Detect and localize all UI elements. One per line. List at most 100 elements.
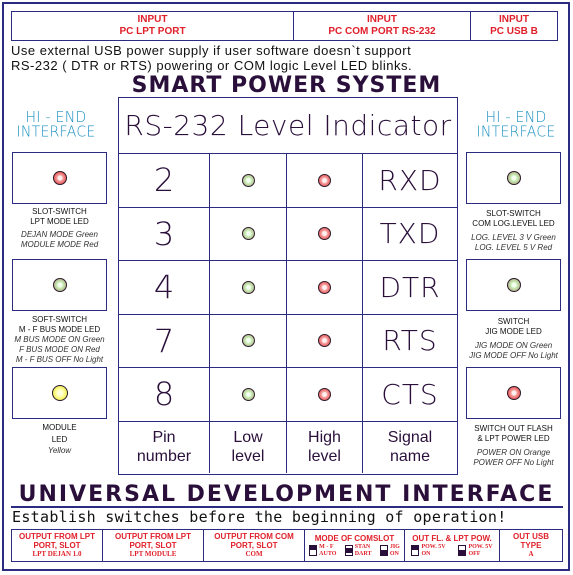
module-led-caption: MODULE LED Yellow	[2, 423, 117, 456]
pin-number: 8	[119, 368, 210, 421]
logo-left-line1: HI - END	[25, 109, 87, 127]
switch-label: POW. 5V	[468, 543, 493, 550]
caption-desc: LOG. LEVEL 5 V Red	[474, 243, 553, 252]
hi-end-logo-right: HI - END INTERFACE	[466, 110, 566, 139]
low-level-led	[241, 387, 255, 401]
signal-name: DTR	[379, 270, 441, 304]
input-usb-port: INPUT PC USB B	[471, 12, 557, 40]
com-log-level-led-box	[466, 152, 561, 204]
switch-jig-on: JIG ON	[379, 543, 400, 558]
caption-desc: JIG MODE OFF No Light	[469, 351, 558, 360]
lpt-mode-led	[52, 171, 67, 185]
caption-desc: LOG. LEVEL 3 V Green	[471, 233, 556, 242]
input-lpt-port: INPUT PC LPT PORT	[12, 12, 294, 40]
high-level-led	[318, 227, 331, 241]
out-flash-power-led	[506, 386, 521, 400]
caption-title: SLOT-SWITCH	[32, 207, 87, 216]
footer-label: number	[136, 448, 192, 465]
output-slot-name: LPT MODULE	[129, 550, 177, 558]
high-level-led	[318, 280, 331, 294]
high-level-cell	[287, 368, 363, 421]
out-flash-lpt-power: OUT FL. & LPT POW. POW. 5V ON POW. 5V OFF	[405, 530, 500, 561]
low-level-cell	[210, 314, 287, 367]
note-line-2: RS-232 ( DTR or RTS) powering or COM log…	[11, 58, 413, 73]
output-label: PORT, SLOT	[33, 541, 81, 550]
high-level-cell	[287, 261, 363, 314]
logo-right-line1: HI - END	[485, 109, 547, 127]
caption-desc: F BUS MODE ON Red	[19, 345, 100, 354]
footer-label: Pin	[152, 429, 176, 446]
caption-subtitle: LPT MODE LED	[30, 217, 89, 226]
usb-power-note: Use external USB power supply if user so…	[11, 43, 563, 73]
input-usb-name: PC USB B	[490, 26, 538, 37]
table-row: 7 RTS	[119, 314, 457, 368]
low-level-cell	[210, 154, 287, 207]
switch-middle-icon	[344, 545, 353, 556]
input-com-name: PC COM PORT RS-232	[328, 26, 436, 37]
switch-label: STAN	[354, 543, 371, 550]
switch-bottom-icon	[458, 545, 467, 556]
footer-label: name	[389, 448, 430, 465]
footer-label: High	[308, 429, 341, 446]
pin-number: 3	[119, 207, 210, 260]
input-lpt-name: PC LPT PORT	[119, 26, 186, 37]
signal-name: CTS	[381, 377, 439, 411]
power-switches: POW. 5V ON POW. 5V OFF	[405, 544, 499, 558]
footer-high-level: High level	[287, 421, 363, 473]
footer-label: level	[308, 448, 341, 465]
high-level-cell	[287, 314, 363, 367]
module-led	[51, 385, 68, 401]
switch-top-icon	[309, 545, 318, 556]
switch-label: AUTO	[319, 550, 337, 557]
table-row: 4 DTR	[119, 261, 457, 315]
footer-signal-name: Signal name	[363, 422, 457, 473]
table-row: 2 RXD	[119, 154, 457, 208]
warning-text: Establish switches before the beginning …	[12, 508, 507, 526]
caption-subtitle: COM LOG.LEVEL LED	[472, 219, 555, 228]
note-line-1: Use external USB power supply if user so…	[11, 43, 412, 58]
caption-desc: MODULE MODE Red	[20, 240, 99, 249]
out-usb-type-a: OUT USB TYPE A	[500, 530, 562, 561]
footer-pin-number: Pin number	[119, 421, 210, 473]
switch-label: OFF	[468, 550, 481, 557]
output-slot-name: COM	[245, 550, 263, 558]
output-bar: OUTPUT FROM LPT PORT, SLOT LPT DEJAN 1.0…	[11, 529, 563, 562]
caption-title: SWITCH	[497, 317, 530, 326]
caption-desc: JIG MODE ON Green	[474, 341, 553, 350]
lpt-mode-led-caption: SLOT-SWITCH LPT MODE LED DEJAN MODE Gree…	[2, 207, 117, 250]
output-label: OUT USB	[513, 532, 549, 541]
logo-left-line2: INTERFACE	[16, 123, 96, 141]
caption-title: SWITCH OUT FLASH	[474, 424, 553, 433]
caption-desc: M BUS MODE ON Green	[14, 335, 105, 344]
switch-label: POW. 5V	[421, 543, 446, 550]
switch-label: JIG	[389, 543, 400, 550]
table-footer-row: Pin number Low level High level Signal name	[119, 421, 457, 473]
input-com-port: INPUT PC COM PORT RS-232	[294, 12, 471, 40]
low-level-led	[241, 173, 255, 187]
output-lpt-dejan: OUTPUT FROM LPT PORT, SLOT LPT DEJAN 1.0	[12, 530, 103, 561]
table-row: 8 CTS	[119, 368, 457, 422]
caption-desc: POWER ON Orange	[476, 448, 551, 457]
output-slot-name: LPT DEJAN 1.0	[32, 550, 82, 558]
low-level-cell	[210, 368, 287, 421]
indicator-title: RS-232 Level Indicator	[119, 98, 457, 154]
output-label: PORT, SLOT	[129, 541, 177, 550]
switch-mf-auto: M - F AUTO	[309, 544, 336, 558]
module-led-box	[12, 367, 107, 419]
mf-bus-mode-led-box	[12, 259, 107, 311]
logo-right-line2: INTERFACE	[476, 123, 556, 141]
caption-desc: DEJAN MODE Green	[21, 230, 98, 239]
switch-standard: STAN DART	[344, 543, 372, 558]
out-flash-power-led-box	[466, 367, 561, 419]
switch-top-icon	[411, 545, 420, 556]
input-lpt-label: INPUT	[137, 14, 168, 25]
caption-title: SOFT-SWITCH	[31, 315, 88, 324]
hi-end-logo-left: HI - END INTERFACE	[6, 110, 106, 139]
caption-desc: POWER OFF No Light	[473, 458, 554, 467]
mode-of-comslot: MODE OF COMSLOT M - F AUTO STAN DART JIG ON	[305, 530, 405, 561]
output-label: MODE OF COMSLOT	[314, 533, 395, 543]
caption-subtitle: JIG MODE LED	[485, 327, 542, 336]
high-level-cell	[287, 207, 363, 260]
low-level-cell	[210, 261, 287, 314]
footer-label: level	[231, 448, 265, 465]
